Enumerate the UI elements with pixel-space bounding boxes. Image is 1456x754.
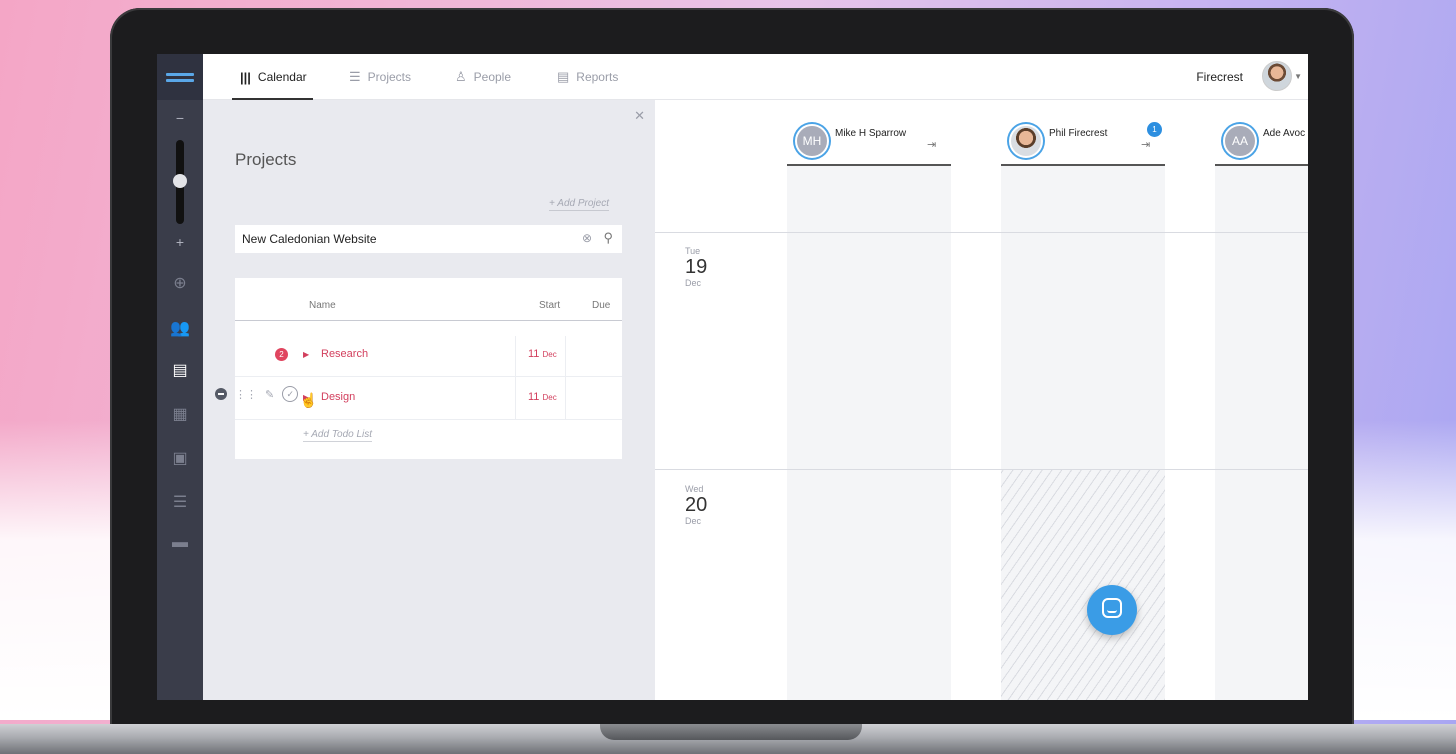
header-divider <box>235 320 622 321</box>
person-name: Mike H Sparrow <box>835 128 907 139</box>
avatar-photo <box>1009 124 1043 158</box>
tab-people-label: People <box>473 70 512 84</box>
chat-smile <box>1107 610 1117 613</box>
chat-icon <box>1102 598 1122 618</box>
person-column[interactable] <box>787 165 951 700</box>
person-name: Ade Avoc <box>1263 128 1306 139</box>
person-header[interactable]: MH Mike H Sparrow ⇥ <box>787 120 951 166</box>
clear-icon[interactable]: ⊗ <box>582 231 592 245</box>
tab-projects-label: Projects <box>367 70 412 84</box>
start-month: Dec <box>542 393 557 402</box>
panel-title: Projects <box>235 150 297 169</box>
zoom-search-icon[interactable]: ⊕ <box>157 273 203 293</box>
people-icon[interactable]: 👥 <box>157 318 203 338</box>
column-divider <box>515 336 516 420</box>
day-number: 20 <box>685 494 708 516</box>
user-avatar[interactable] <box>1262 61 1292 91</box>
avatar-initials: MH <box>795 124 829 158</box>
hand-cursor-icon: ☝ <box>300 392 318 408</box>
avatar <box>1007 122 1045 160</box>
document-icon: ▤ <box>557 69 570 84</box>
start-date: 11 Dec <box>528 348 557 360</box>
day-month: Dec <box>685 278 702 288</box>
person-underline <box>1215 164 1308 166</box>
briefcase-icon[interactable]: ▣ <box>157 448 203 468</box>
sliders-icon[interactable]: ☰ <box>157 492 203 512</box>
tab-reports[interactable]: ▤ Reports <box>557 54 618 100</box>
tab-calendar-label: Calendar <box>257 70 307 84</box>
person-underline <box>1001 164 1165 166</box>
start-day: 11 <box>528 348 540 360</box>
search-value: New Caledonian Website <box>242 232 377 246</box>
tab-reports-label: Reports <box>576 70 619 84</box>
day-of-week: Tue <box>685 246 701 256</box>
row-divider <box>235 419 622 420</box>
project-search-input[interactable]: New Caledonian Website ⊗ ⚲ <box>235 225 622 253</box>
day-of-week: Wed <box>685 484 704 494</box>
pin-icon[interactable]: ⇥ <box>927 138 936 151</box>
day-label: Wed 20 Dec <box>685 484 707 526</box>
laptop-notch <box>600 724 862 740</box>
day-month: Dec <box>685 516 702 526</box>
start-day: 11 <box>528 391 540 403</box>
add-project-link[interactable]: + Add Project <box>549 198 609 211</box>
project-name-research[interactable]: Research <box>321 348 368 360</box>
top-navigation: ||| Calendar ☰ Projects ♙ People ▤ Repor… <box>203 54 1308 100</box>
day-divider <box>655 232 1308 233</box>
column-divider <box>565 336 566 420</box>
bars-icon: ||| <box>240 69 251 85</box>
left-rail: − + ⊕ 👥 ▤ ▦ ▣ ☰ ▬ <box>157 54 203 700</box>
tab-calendar[interactable]: ||| Calendar <box>232 54 313 100</box>
search-icon[interactable]: ⚲ <box>603 230 613 246</box>
tab-people[interactable]: ♙ People <box>455 54 511 100</box>
column-header-due: Due <box>592 300 611 311</box>
person-column[interactable] <box>1215 165 1308 700</box>
chevron-down-icon[interactable]: ▼ <box>1294 72 1302 81</box>
zoom-in-button[interactable]: + <box>157 234 203 250</box>
add-todo-list-link[interactable]: + Add Todo List <box>303 429 373 442</box>
person-header[interactable]: AA Ade Avoc <box>1215 120 1308 166</box>
avatar: MH <box>793 122 831 160</box>
avatar: AA <box>1221 122 1259 160</box>
calendar-icon[interactable]: ▦ <box>157 404 203 424</box>
check-icon[interactable]: ✓ <box>282 386 299 402</box>
person-underline <box>787 164 951 166</box>
person-header[interactable]: Phil Firecrest 1 ⇥ <box>1001 120 1165 166</box>
column-header-start: Start <box>539 300 561 311</box>
person-name: Phil Firecrest <box>1049 128 1108 139</box>
start-month: Dec <box>542 350 557 359</box>
list-icon: ☰ <box>349 69 361 84</box>
task-count-badge: 2 <box>275 348 288 361</box>
projects-panel: ✕ Projects + Add Project New Caledonian … <box>203 100 655 700</box>
column-header-name: Name <box>309 300 336 311</box>
drag-handle-icon[interactable]: ⋮⋮ <box>235 388 257 401</box>
start-date: 11 Dec <box>528 391 557 403</box>
tab-projects[interactable]: ☰ Projects <box>349 54 411 100</box>
close-icon[interactable]: ✕ <box>634 108 645 124</box>
person-icon: ♙ <box>455 69 467 84</box>
project-name-design[interactable]: Design <box>321 391 355 403</box>
pencil-icon[interactable]: ✎ <box>265 388 274 401</box>
zoom-slider-handle[interactable] <box>173 174 187 188</box>
chat-button[interactable] <box>1087 585 1137 635</box>
day-divider <box>655 469 1308 470</box>
expand-arrow-icon[interactable]: ▶ <box>303 350 309 359</box>
printer-icon[interactable]: ▬ <box>157 534 203 552</box>
avatar-initials: AA <box>1223 124 1257 158</box>
day-label: Tue 19 Dec <box>685 246 707 288</box>
calendar-grid: MH Mike H Sparrow ⇥ Phil Firecrest 1 ⇥ A… <box>655 100 1308 700</box>
row-divider <box>235 376 622 377</box>
notification-badge[interactable]: 1 <box>1147 122 1162 137</box>
unavailable-block <box>1001 470 1165 700</box>
hamburger-menu-button[interactable] <box>157 54 203 100</box>
clipboard-icon[interactable]: ▤ <box>157 360 203 380</box>
day-number: 19 <box>685 256 708 278</box>
pin-icon[interactable]: ⇥ <box>1141 138 1150 151</box>
zoom-out-button[interactable]: − <box>157 110 203 126</box>
user-name[interactable]: Firecrest <box>1196 70 1243 84</box>
row-tools: ⋮⋮ ✎ ✓ <box>215 386 299 402</box>
project-table: Name Start Due 2 ▶ Research 11 Dec ▶ Des… <box>235 278 622 459</box>
remove-icon[interactable] <box>215 388 227 400</box>
